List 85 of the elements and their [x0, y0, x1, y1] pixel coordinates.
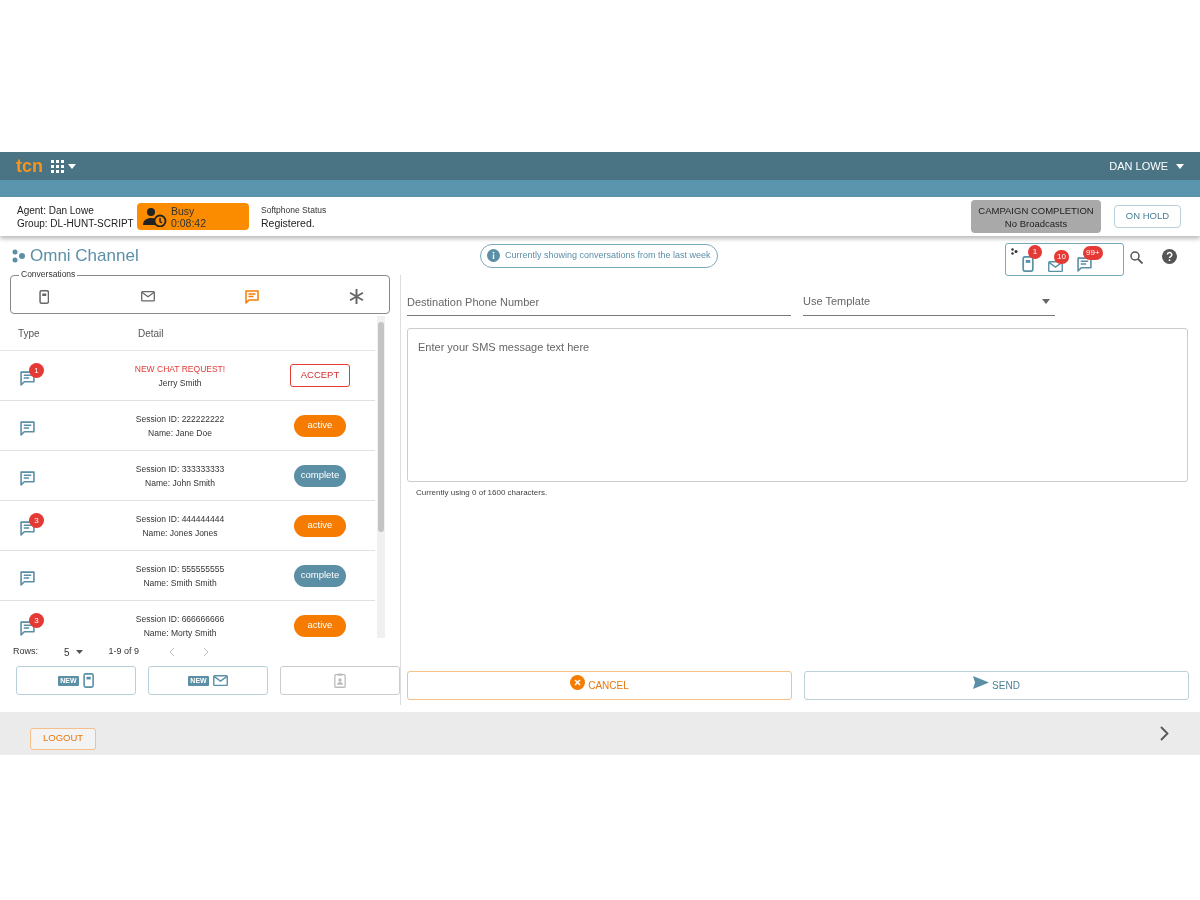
caret-icon — [1176, 163, 1184, 169]
unread-badge: 3 — [29, 613, 44, 628]
omni-dots-icon — [12, 248, 26, 263]
contact-name: Name: Smith Smith — [143, 576, 217, 590]
conversation-row[interactable]: Session ID: 555555555 Name: Smith Smith complete — [0, 551, 375, 601]
agent-group: Group: DL-HUNT-SCRIPT — [17, 216, 137, 230]
page-title: Omni Channel — [30, 244, 139, 267]
session-id: Session ID: 222222222 — [135, 412, 225, 426]
cancel-button[interactable]: CANCEL — [407, 671, 792, 700]
send-icon — [973, 676, 990, 689]
session-id: Session ID: 444444444 — [135, 512, 225, 526]
grid-icon — [51, 159, 64, 173]
conversation-row[interactable]: 1 NEW CHAT REQUEST! Jerry Smith ACCEPT — [0, 351, 375, 401]
softphone-label: Softphone Status — [261, 203, 327, 217]
agent-status[interactable]: Busy 0:08:42 — [137, 203, 249, 230]
status-pill: complete — [294, 464, 346, 487]
column-header: Detail — [138, 326, 164, 341]
chat-icon — [20, 471, 35, 486]
chevron-right-icon[interactable] — [1160, 726, 1169, 741]
conversation-row[interactable]: Session ID: 333333333 Name: John Smith complete — [0, 451, 375, 501]
contact-name: Name: Jane Doe — [148, 426, 212, 440]
mail-icon — [141, 291, 155, 302]
conversation-row[interactable]: 3 Session ID: 444444444 Name: Jones Jones active — [0, 501, 375, 551]
request-notice: NEW CHAT REQUEST! — [134, 362, 226, 376]
phone-icon — [1022, 256, 1034, 272]
template-select[interactable]: Use Template — [803, 288, 1055, 316]
agent-name: Agent: Dan Lowe — [17, 203, 95, 217]
column-header: Type — [18, 326, 41, 341]
session-id: Session ID: 666666666 — [135, 612, 225, 626]
status-pill: active — [294, 414, 346, 437]
chat-icon — [20, 621, 35, 636]
rows-select[interactable]: 5 — [64, 644, 83, 660]
phone-icon — [82, 673, 94, 688]
chat-icon — [20, 371, 35, 386]
asterisk-icon — [348, 289, 364, 304]
info-icon — [487, 249, 500, 262]
status-pill: complete — [294, 564, 346, 587]
session-id: Session ID: 333333333 — [135, 462, 225, 476]
chat-icon — [245, 289, 259, 304]
status-pill: active — [294, 514, 346, 537]
contact-name: Name: Morty Smith — [143, 626, 217, 640]
message-field[interactable]: Enter your SMS message text here — [407, 328, 1188, 482]
page-range: 1-9 of 9 — [108, 645, 140, 659]
on-hold-button[interactable]: ON HOLD — [1114, 205, 1181, 228]
contact-name: Jerry Smith — [158, 376, 202, 390]
conversation-row[interactable]: Session ID: 222222222 Name: Jane Doe active — [0, 401, 375, 451]
caret-icon — [1042, 299, 1050, 304]
chat-icon — [20, 421, 35, 436]
chat-icon — [20, 521, 35, 536]
phone-icon — [38, 289, 50, 304]
person-clock-icon — [143, 206, 167, 227]
mail-icon — [1048, 260, 1063, 272]
unread-badge: 3 — [29, 513, 44, 528]
mail-icon — [212, 674, 228, 687]
session-id: Session ID: 555555555 — [135, 562, 225, 576]
chat-icon — [1077, 257, 1092, 272]
cancel-icon — [570, 675, 586, 690]
destination-phone-field[interactable]: Destination Phone Number — [407, 288, 791, 316]
user-menu[interactable]: DAN LOWE — [1109, 157, 1184, 175]
count-badge: 99+ — [1083, 246, 1103, 260]
contact-name: Name: John Smith — [145, 476, 215, 490]
apps-menu-button[interactable] — [51, 159, 76, 173]
clipboard-icon — [334, 673, 346, 688]
caret-icon — [75, 650, 83, 654]
omni-dots-icon — [1011, 248, 1018, 255]
softphone-status: Registered. — [261, 216, 316, 230]
logo: tcn — [16, 157, 43, 175]
send-button[interactable]: SEND — [804, 671, 1189, 700]
count-badge: 1 — [1028, 245, 1042, 259]
scrollbar[interactable] — [377, 316, 385, 638]
campaign-title: CAMPAIGN COMPLETION — [978, 203, 1094, 217]
scrollbar-thumb[interactable] — [378, 322, 384, 532]
campaign-detail: No Broadcasts — [1004, 216, 1068, 230]
caret-icon — [68, 163, 76, 169]
status-pill: active — [294, 614, 346, 637]
rows-label: Rows: — [13, 645, 38, 659]
conversation-row[interactable]: 3 Session ID: 666666666 Name: Morty Smith active — [0, 601, 375, 640]
search-icon[interactable] — [1130, 251, 1143, 264]
help-icon[interactable] — [1162, 249, 1177, 264]
count-badge: 10 — [1054, 249, 1069, 264]
unread-badge: 1 — [29, 363, 44, 378]
accept-button[interactable]: ACCEPT — [290, 364, 350, 387]
chat-icon — [20, 571, 35, 586]
character-count: Currently using 0 of 1600 characters. — [416, 487, 548, 499]
contact-name: Name: Jones Jones — [142, 526, 218, 540]
